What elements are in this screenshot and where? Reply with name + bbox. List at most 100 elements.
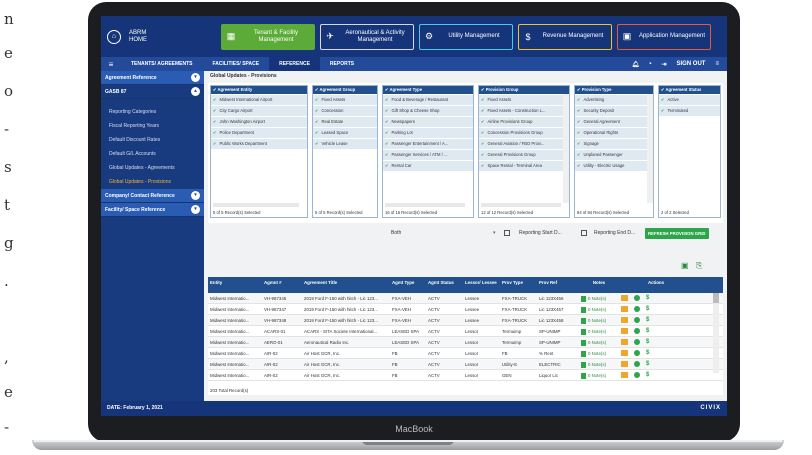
list-item[interactable]: ✔ Parking Lot xyxy=(383,128,473,138)
sidebar-item-reporting-categories[interactable]: Reporting Categories xyxy=(101,105,204,119)
panel-agreement-entity[interactable]: ✔ Agreement Entity ✔ Midwest Internationa… xyxy=(210,85,308,218)
list-item[interactable]: ✔ Terminated xyxy=(659,106,720,116)
column-header[interactable]: Agreement Title xyxy=(302,277,390,293)
bell-icon[interactable]: 🔔︎ xyxy=(632,61,640,68)
panel-agreement-type[interactable]: ✔ Agreement Type ✔ Food & Beverage / Rest… xyxy=(382,85,474,218)
module-utility[interactable]: ⚙ Utility Management xyxy=(419,23,513,50)
menu-right-icon[interactable]: ≡ xyxy=(715,61,719,67)
list-item[interactable]: ✔ John Washington Airport xyxy=(211,117,307,127)
table-row[interactable]: Midwest Internatio... ACARS-01 ACARS - SIT… xyxy=(208,326,723,337)
list-item[interactable]: ✔ Fixed Assets xyxy=(479,95,569,105)
list-item[interactable]: ✔ Signage xyxy=(575,139,653,149)
list-item[interactable]: ✔ Fixed Assets xyxy=(313,95,377,105)
check-icon[interactable]: ✔ xyxy=(481,87,485,92)
tab-facilities[interactable]: FACILITIES/ SPACE xyxy=(202,57,269,71)
notes-link[interactable]: 0 Note(s) xyxy=(579,359,619,369)
refresh-provision-grid-button[interactable]: REFRESH PROVISION GRID xyxy=(645,228,709,239)
dollar-icon[interactable]: $ xyxy=(646,293,649,303)
plus-icon[interactable] xyxy=(634,317,640,323)
notes-link[interactable]: 0 Note(s) xyxy=(579,370,619,380)
module-revenue[interactable]: $ Revenue Management xyxy=(518,23,612,50)
dollar-icon[interactable]: $ xyxy=(646,370,649,380)
list-item[interactable]: ✔ Real Estate xyxy=(313,117,377,127)
panel-provision-type[interactable]: ✔ Provision Type ✔ Advertising ✔ Security … xyxy=(574,85,654,218)
table-row[interactable]: Midwest Internatio... AIR-02 Air Host GCR,… xyxy=(208,348,723,359)
column-header[interactable]: Notes xyxy=(579,277,619,293)
tab-reports[interactable]: REPORTS xyxy=(320,57,364,71)
dollar-icon[interactable]: $ xyxy=(646,326,649,336)
list-item[interactable]: ✔ Fixed Assets - Construction L... xyxy=(479,106,569,116)
module-tenant-facility[interactable]: ▦ Tenant & Facility Management xyxy=(221,23,315,50)
list-item[interactable]: ✔ Unplaned Passenger xyxy=(575,150,653,160)
chevron-down-icon[interactable]: ▾ xyxy=(493,230,496,236)
list-item[interactable]: ✔ Advertising xyxy=(575,95,653,105)
sidebar-section-gasb87[interactable]: GASB 87 ▴ xyxy=(101,85,204,99)
sign-out-link[interactable]: SIGN OUT xyxy=(676,61,705,67)
plus-icon[interactable] xyxy=(634,306,640,312)
vertical-scrollbar[interactable] xyxy=(713,293,719,373)
sidebar-item-discount-rates[interactable]: Default Discount Rates xyxy=(101,133,204,147)
folder-icon[interactable] xyxy=(621,317,628,323)
tab-reference[interactable]: REFERENCE xyxy=(269,57,320,71)
module-application[interactable]: ▣ Application Management xyxy=(617,23,711,50)
list-item[interactable]: ✔ General Aviation / FBO Provi... xyxy=(479,139,569,149)
dollar-icon[interactable]: $ xyxy=(646,337,649,347)
sidebar-section-agreement-reference[interactable]: Agreement Reference ▾ xyxy=(101,71,204,85)
list-item[interactable]: ✔ Space Rental - Terminal Area xyxy=(479,161,569,171)
table-row[interactable]: Midwest Internatio... AIR-02 Air Host GCR,… xyxy=(208,359,723,370)
table-row[interactable]: Midwest Internatio... AERO-01 Aeronautical… xyxy=(208,337,723,348)
list-item[interactable]: ✔ Rental Car xyxy=(383,161,473,171)
plus-icon[interactable] xyxy=(634,372,640,378)
list-item[interactable]: ✔ Utility - Electric Usage xyxy=(575,161,653,171)
calendar-icon[interactable] xyxy=(581,230,587,236)
column-header[interactable]: Prov Type xyxy=(500,277,537,293)
save-icon[interactable]: ▣ xyxy=(681,261,689,270)
folder-icon[interactable] xyxy=(621,372,628,378)
both-select[interactable]: Both xyxy=(391,230,401,236)
home-logo[interactable]: ⌂ ABRM HOME xyxy=(107,29,221,44)
calendar-icon[interactable] xyxy=(504,230,510,236)
reporting-end-input[interactable]: Reporting End D... xyxy=(594,230,635,236)
vertical-scrollbar[interactable] xyxy=(563,94,569,203)
list-item[interactable]: ✔ Concession Provisions Group xyxy=(479,128,569,138)
check-icon[interactable]: ✔ xyxy=(385,87,389,92)
reporting-start-input[interactable]: Reporting Start D... xyxy=(519,230,562,236)
module-aeronautical[interactable]: ✈ Aeronautical & Activity Management xyxy=(320,23,414,50)
plus-icon[interactable] xyxy=(634,350,640,356)
notes-link[interactable]: 0 Note(s) xyxy=(579,315,619,325)
check-icon[interactable]: ✔ xyxy=(213,87,217,92)
list-item[interactable]: ✔ Food & Beverage / Restaurant xyxy=(383,95,473,105)
folder-icon[interactable] xyxy=(621,306,628,312)
plus-icon[interactable] xyxy=(634,295,640,301)
notes-link[interactable]: 0 Note(s) xyxy=(579,304,619,314)
notes-link[interactable]: 0 Note(s) xyxy=(579,293,619,303)
table-row[interactable]: Midwest Internatio... AIR-02 Air Host GCR,… xyxy=(208,370,723,381)
folder-icon[interactable] xyxy=(621,295,628,301)
list-item[interactable]: ✔ Newspapers xyxy=(383,117,473,127)
dollar-icon[interactable]: $ xyxy=(646,304,649,314)
message-icon[interactable]: ▪ xyxy=(649,61,651,67)
list-item[interactable]: ✔ Concession xyxy=(313,106,377,116)
table-row[interactable]: Midwest Internatio... VH-987348 2019 Ford … xyxy=(208,315,723,326)
sidebar-item-gl-accounts[interactable]: Default G/L Accounts xyxy=(101,147,204,161)
notes-link[interactable]: 0 Note(s) xyxy=(579,337,619,347)
check-icon[interactable]: ✔ xyxy=(577,87,581,92)
list-item[interactable]: ✔ General Provisions Group xyxy=(479,150,569,160)
table-row[interactable]: Midwest Internatio... VH-987345 2019 Ford … xyxy=(208,293,723,304)
list-item[interactable]: ✔ Vehicle Lease xyxy=(313,139,377,149)
dollar-icon[interactable]: $ xyxy=(646,315,649,325)
dollar-icon[interactable]: $ xyxy=(646,348,649,358)
column-header[interactable]: Entity xyxy=(208,277,262,293)
check-icon[interactable]: ✔ xyxy=(315,87,319,92)
list-item[interactable]: ✔ Active xyxy=(659,95,720,105)
folder-icon[interactable] xyxy=(621,339,628,345)
sidebar-item-global-updates-agreements[interactable]: Global Updates - Agreements xyxy=(101,161,204,175)
panel-provision-group[interactable]: ✔ Provision Group ✔ Fixed Assets ✔ Fixed A… xyxy=(478,85,570,218)
vertical-scrollbar[interactable] xyxy=(647,94,653,203)
horizontal-scrollbar[interactable] xyxy=(213,203,299,207)
menu-icon[interactable]: ≡ xyxy=(101,60,121,69)
column-header[interactable]: Agmt Type xyxy=(390,277,426,293)
list-item[interactable]: ✔ Police Department xyxy=(211,128,307,138)
list-item[interactable]: ✔ Operational Rights xyxy=(575,128,653,138)
list-item[interactable]: ✔ Security Deposit xyxy=(575,106,653,116)
